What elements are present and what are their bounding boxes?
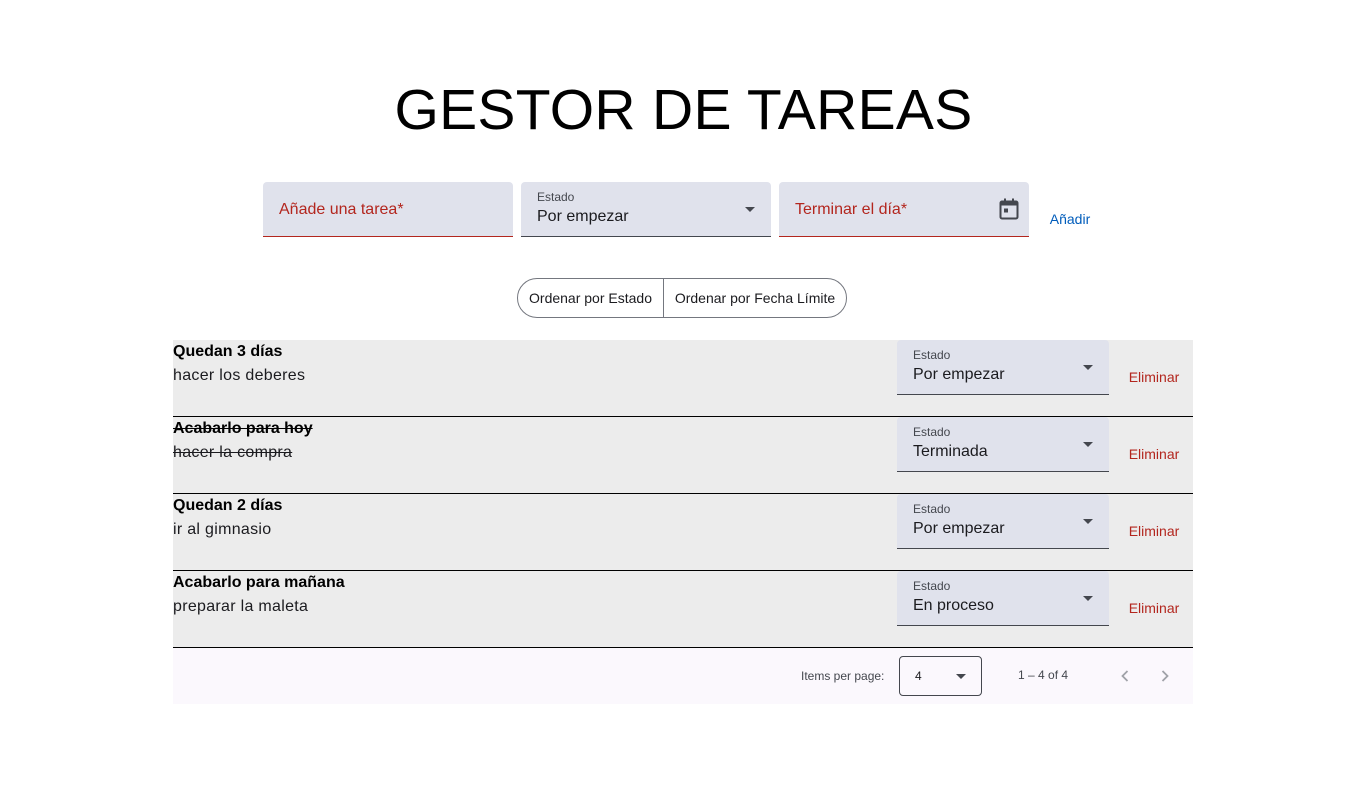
delete-task-button[interactable]: Eliminar — [1119, 595, 1189, 621]
chevron-left-icon[interactable] — [1111, 662, 1139, 690]
sort-toggle-group: Ordenar por Estado Ordenar por Fecha Lím… — [517, 278, 847, 318]
task-state-select[interactable]: Estado Por empezar — [897, 340, 1109, 395]
items-per-page-label: Items per page: — [801, 669, 885, 683]
task-state-select[interactable]: Estado Terminada — [897, 417, 1109, 472]
paginator: Items per page: 4 1 – 4 of 4 — [173, 648, 1193, 704]
task-state-value: En proceso — [913, 597, 994, 614]
task-state-value: Por empezar — [913, 366, 1005, 383]
dropdown-arrow-icon — [956, 674, 966, 679]
task-list: Quedan 3 días hacer los deberes Estado P… — [173, 340, 1193, 648]
dropdown-arrow-icon — [1083, 442, 1093, 447]
task-name: ir al gimnasio — [173, 521, 272, 538]
items-per-page-value: 4 — [915, 669, 922, 683]
task-deadline: Acabarlo para mañana — [173, 574, 345, 591]
delete-task-button[interactable]: Eliminar — [1119, 364, 1189, 390]
items-per-page-select[interactable]: 4 — [899, 656, 982, 696]
task-row: Acabarlo para mañana preparar la maleta … — [173, 571, 1193, 648]
page-title: GESTOR DE TAREAS — [394, 78, 973, 142]
task-name: preparar la maleta — [173, 598, 309, 615]
state-select-label: Estado — [537, 190, 575, 204]
task-state-value: Terminada — [913, 443, 988, 460]
task-row: Acabarlo para hoy hacer la compra Estado… — [173, 417, 1193, 494]
task-state-label: Estado — [913, 425, 951, 439]
dropdown-arrow-icon — [745, 207, 755, 212]
page-range: 1 – 4 of 4 — [1018, 668, 1069, 682]
task-name: hacer los deberes — [173, 367, 306, 384]
task-name: hacer la compra — [173, 444, 293, 461]
task-row: Quedan 2 días ir al gimnasio Estado Por … — [173, 494, 1193, 571]
task-row: Quedan 3 días hacer los deberes Estado P… — [173, 340, 1193, 417]
task-state-select[interactable]: Estado En proceso — [897, 571, 1109, 626]
task-state-label: Estado — [913, 348, 951, 362]
dropdown-arrow-icon — [1083, 519, 1093, 524]
task-deadline: Quedan 2 días — [173, 497, 283, 514]
task-deadline: Acabarlo para hoy — [173, 420, 313, 437]
delete-task-button[interactable]: Eliminar — [1119, 518, 1189, 544]
task-deadline: Quedan 3 días — [173, 343, 283, 360]
calendar-icon[interactable] — [999, 198, 1019, 220]
task-input[interactable]: Añade una tarea* — [263, 182, 513, 237]
task-state-value: Por empezar — [913, 520, 1005, 537]
sort-by-date-button[interactable]: Ordenar por Fecha Límite — [664, 279, 846, 317]
delete-task-button[interactable]: Eliminar — [1119, 441, 1189, 467]
dropdown-arrow-icon — [1083, 596, 1093, 601]
task-state-select[interactable]: Estado Por empezar — [897, 494, 1109, 549]
task-input-placeholder: Añade una tarea* — [279, 201, 404, 218]
task-state-label: Estado — [913, 502, 951, 516]
due-date-input[interactable]: Terminar el día* — [779, 182, 1029, 237]
state-select[interactable]: Estado Por empezar — [521, 182, 771, 237]
sort-by-state-button[interactable]: Ordenar por Estado — [518, 279, 664, 317]
add-task-button[interactable]: Añadir — [1040, 205, 1100, 233]
due-date-placeholder: Terminar el día* — [795, 201, 908, 218]
chevron-right-icon[interactable] — [1151, 662, 1179, 690]
task-state-label: Estado — [913, 579, 951, 593]
state-select-value: Por empezar — [537, 208, 629, 225]
dropdown-arrow-icon — [1083, 365, 1093, 370]
